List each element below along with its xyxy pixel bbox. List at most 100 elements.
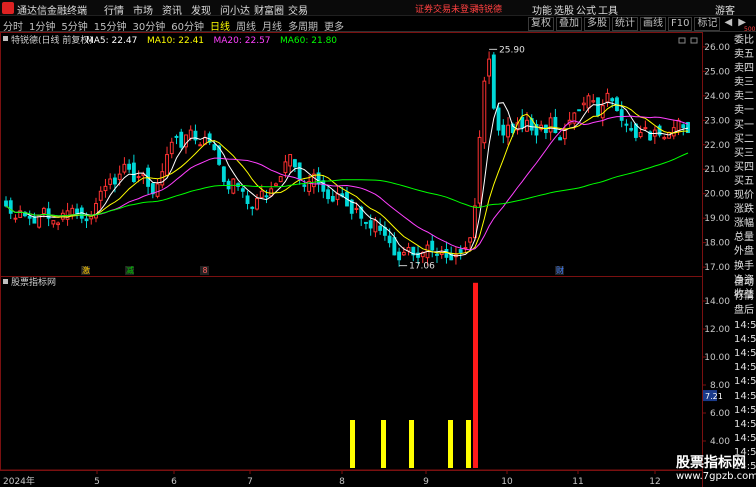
tick-row-10: 14:5: [734, 418, 756, 430]
chart-area[interactable]: 特锐德(日线 前复权)MA5: 22.47 MA10: 22.41 MA20: 22…: [0, 32, 734, 487]
ytick-label-8: 25.00: [704, 67, 730, 77]
menu-quotes[interactable]: 行情: [104, 2, 133, 17]
menu-market[interactable]: 市场: [133, 2, 162, 17]
candle-body: [70, 207, 75, 216]
guest-user[interactable]: 游客: [715, 2, 735, 17]
candle-body: [487, 58, 492, 77]
candle-body: [501, 124, 506, 136]
menu-tools[interactable]: 工具: [598, 2, 620, 17]
tool-button-2[interactable]: 多股: [584, 17, 610, 31]
candle-body: [212, 144, 217, 151]
candle-body: [553, 116, 558, 134]
period-tab-9[interactable]: 多周期: [288, 18, 318, 33]
legend-square-icon: [3, 36, 8, 41]
candle-body: [240, 188, 245, 192]
menu-discover[interactable]: 发现: [191, 2, 220, 17]
candle-body: [330, 195, 335, 202]
candle-body: [274, 183, 278, 186]
menu-screener[interactable]: 选股: [554, 2, 576, 17]
indicator-bar-2: [409, 420, 414, 468]
menu-news[interactable]: 资讯: [162, 2, 191, 17]
candle-body: [364, 221, 368, 224]
tool-button-3[interactable]: 统计: [612, 17, 638, 31]
candle-body: [283, 161, 288, 174]
indicator-bar-0: [350, 420, 355, 468]
candle-body: [430, 240, 435, 251]
menu-function[interactable]: 功能: [532, 2, 554, 17]
watermark-title: 股票指标网: [676, 455, 746, 471]
period-tab-2[interactable]: 5分钟: [61, 18, 87, 33]
candle-body: [600, 105, 605, 119]
x-month-label-5: 10: [501, 477, 513, 487]
candle-body: [264, 195, 269, 198]
candle-body: [41, 207, 46, 215]
period-tab-6[interactable]: 日线: [210, 18, 230, 33]
candle-body: [51, 220, 56, 225]
candle-body: [506, 124, 510, 138]
candle-body: [397, 251, 402, 261]
ind-ytick-label-1: 6.00: [710, 409, 730, 419]
candle-body: [13, 217, 18, 220]
period-tab-10[interactable]: 更多: [324, 18, 344, 33]
candle-body: [368, 220, 373, 229]
period-tab-5[interactable]: 60分钟: [171, 18, 204, 33]
candle-body: [278, 176, 283, 183]
menu-trade[interactable]: 交易: [288, 2, 317, 17]
sidebar-row-9: 买四: [734, 161, 754, 173]
candle-body: [373, 220, 378, 233]
sidebar-row-13: 涨幅: [734, 218, 754, 230]
candle-body: [117, 173, 122, 180]
candle-body: [638, 132, 643, 138]
chart-toolbar: 分时 1分钟 5分钟 15分钟 30分钟 60分钟 日线 周线 月线 多周期 更多 复权 叠加 多股 统计…: [0, 16, 756, 33]
menu-wealth[interactable]: 财富圈: [254, 2, 288, 17]
period-tab-8[interactable]: 月线: [262, 18, 282, 33]
ma-legend-3: MA60: 21.80: [280, 36, 337, 46]
tool-button-5[interactable]: F10: [668, 17, 693, 31]
period-tab-3[interactable]: 15分钟: [94, 18, 127, 33]
x-month-label-6: 11: [572, 477, 583, 487]
main-menu: 行情 市场 资讯 发现 问小达 财富圈 交易: [104, 2, 317, 17]
candle-body: [136, 176, 141, 179]
tool-button-7[interactable]: ◀: [722, 17, 734, 31]
tool-button-4[interactable]: 画线: [640, 17, 666, 31]
ytick-label-6: 23.00: [704, 116, 730, 126]
tick-sidebar: 自动 行情 盘后 14:5 14:5 14:5 14:5 14:5 14:5 14:5 14:5 14…: [734, 276, 756, 475]
menu-ask[interactable]: 问小达: [220, 2, 254, 17]
sidebar-row-15: 外盘: [734, 246, 754, 258]
ytick-label-2: 19.00: [704, 214, 730, 224]
candle-body: [169, 141, 174, 155]
title-bar: 通达信金融终端 行情 市场 资讯 发现 问小达 财富圈 交易 证券交易未登录 特…: [0, 0, 756, 17]
tool-button-6[interactable]: 标记: [694, 17, 721, 31]
candle-body: [8, 200, 13, 214]
x-month-label-1: 6: [171, 477, 177, 487]
sidebar-row-1: 卖五: [734, 49, 754, 61]
period-tab-0[interactable]: 分时: [3, 18, 23, 33]
sidebar-row-10: 买五: [734, 175, 754, 187]
right-menu: 功能 选股 公式 工具: [532, 2, 620, 17]
period-tab-1[interactable]: 1分钟: [29, 18, 55, 33]
indicator-title: 股票指标网: [11, 276, 56, 288]
candle-body: [354, 207, 359, 210]
candle-body: [610, 98, 615, 102]
sidebar-row-12: 涨跌: [734, 204, 754, 216]
ind-ytick-label-4: 12.00: [704, 325, 730, 335]
period-tab-4[interactable]: 30分钟: [132, 18, 165, 33]
event-tag-3: 财: [556, 265, 564, 275]
tool-button-1[interactable]: 叠加: [556, 17, 582, 31]
candle-body: [103, 185, 108, 192]
login-warning[interactable]: 证券交易未登录: [415, 2, 478, 15]
candle-body: [188, 129, 193, 139]
candle-body: [131, 162, 136, 182]
candle-body: [326, 189, 330, 200]
candle-body: [245, 195, 250, 204]
red-badge: 500: [744, 26, 756, 33]
candle-body: [435, 253, 439, 256]
candle-body: [122, 163, 127, 173]
candle-body: [591, 100, 596, 103]
sidebar-row-16: 换手: [734, 260, 754, 272]
x-year-label: 2024年: [3, 475, 35, 487]
period-tab-7[interactable]: 周线: [236, 18, 256, 33]
menu-formula[interactable]: 公式: [576, 2, 598, 17]
candle-body: [392, 237, 397, 256]
tool-button-0[interactable]: 复权: [528, 17, 554, 31]
